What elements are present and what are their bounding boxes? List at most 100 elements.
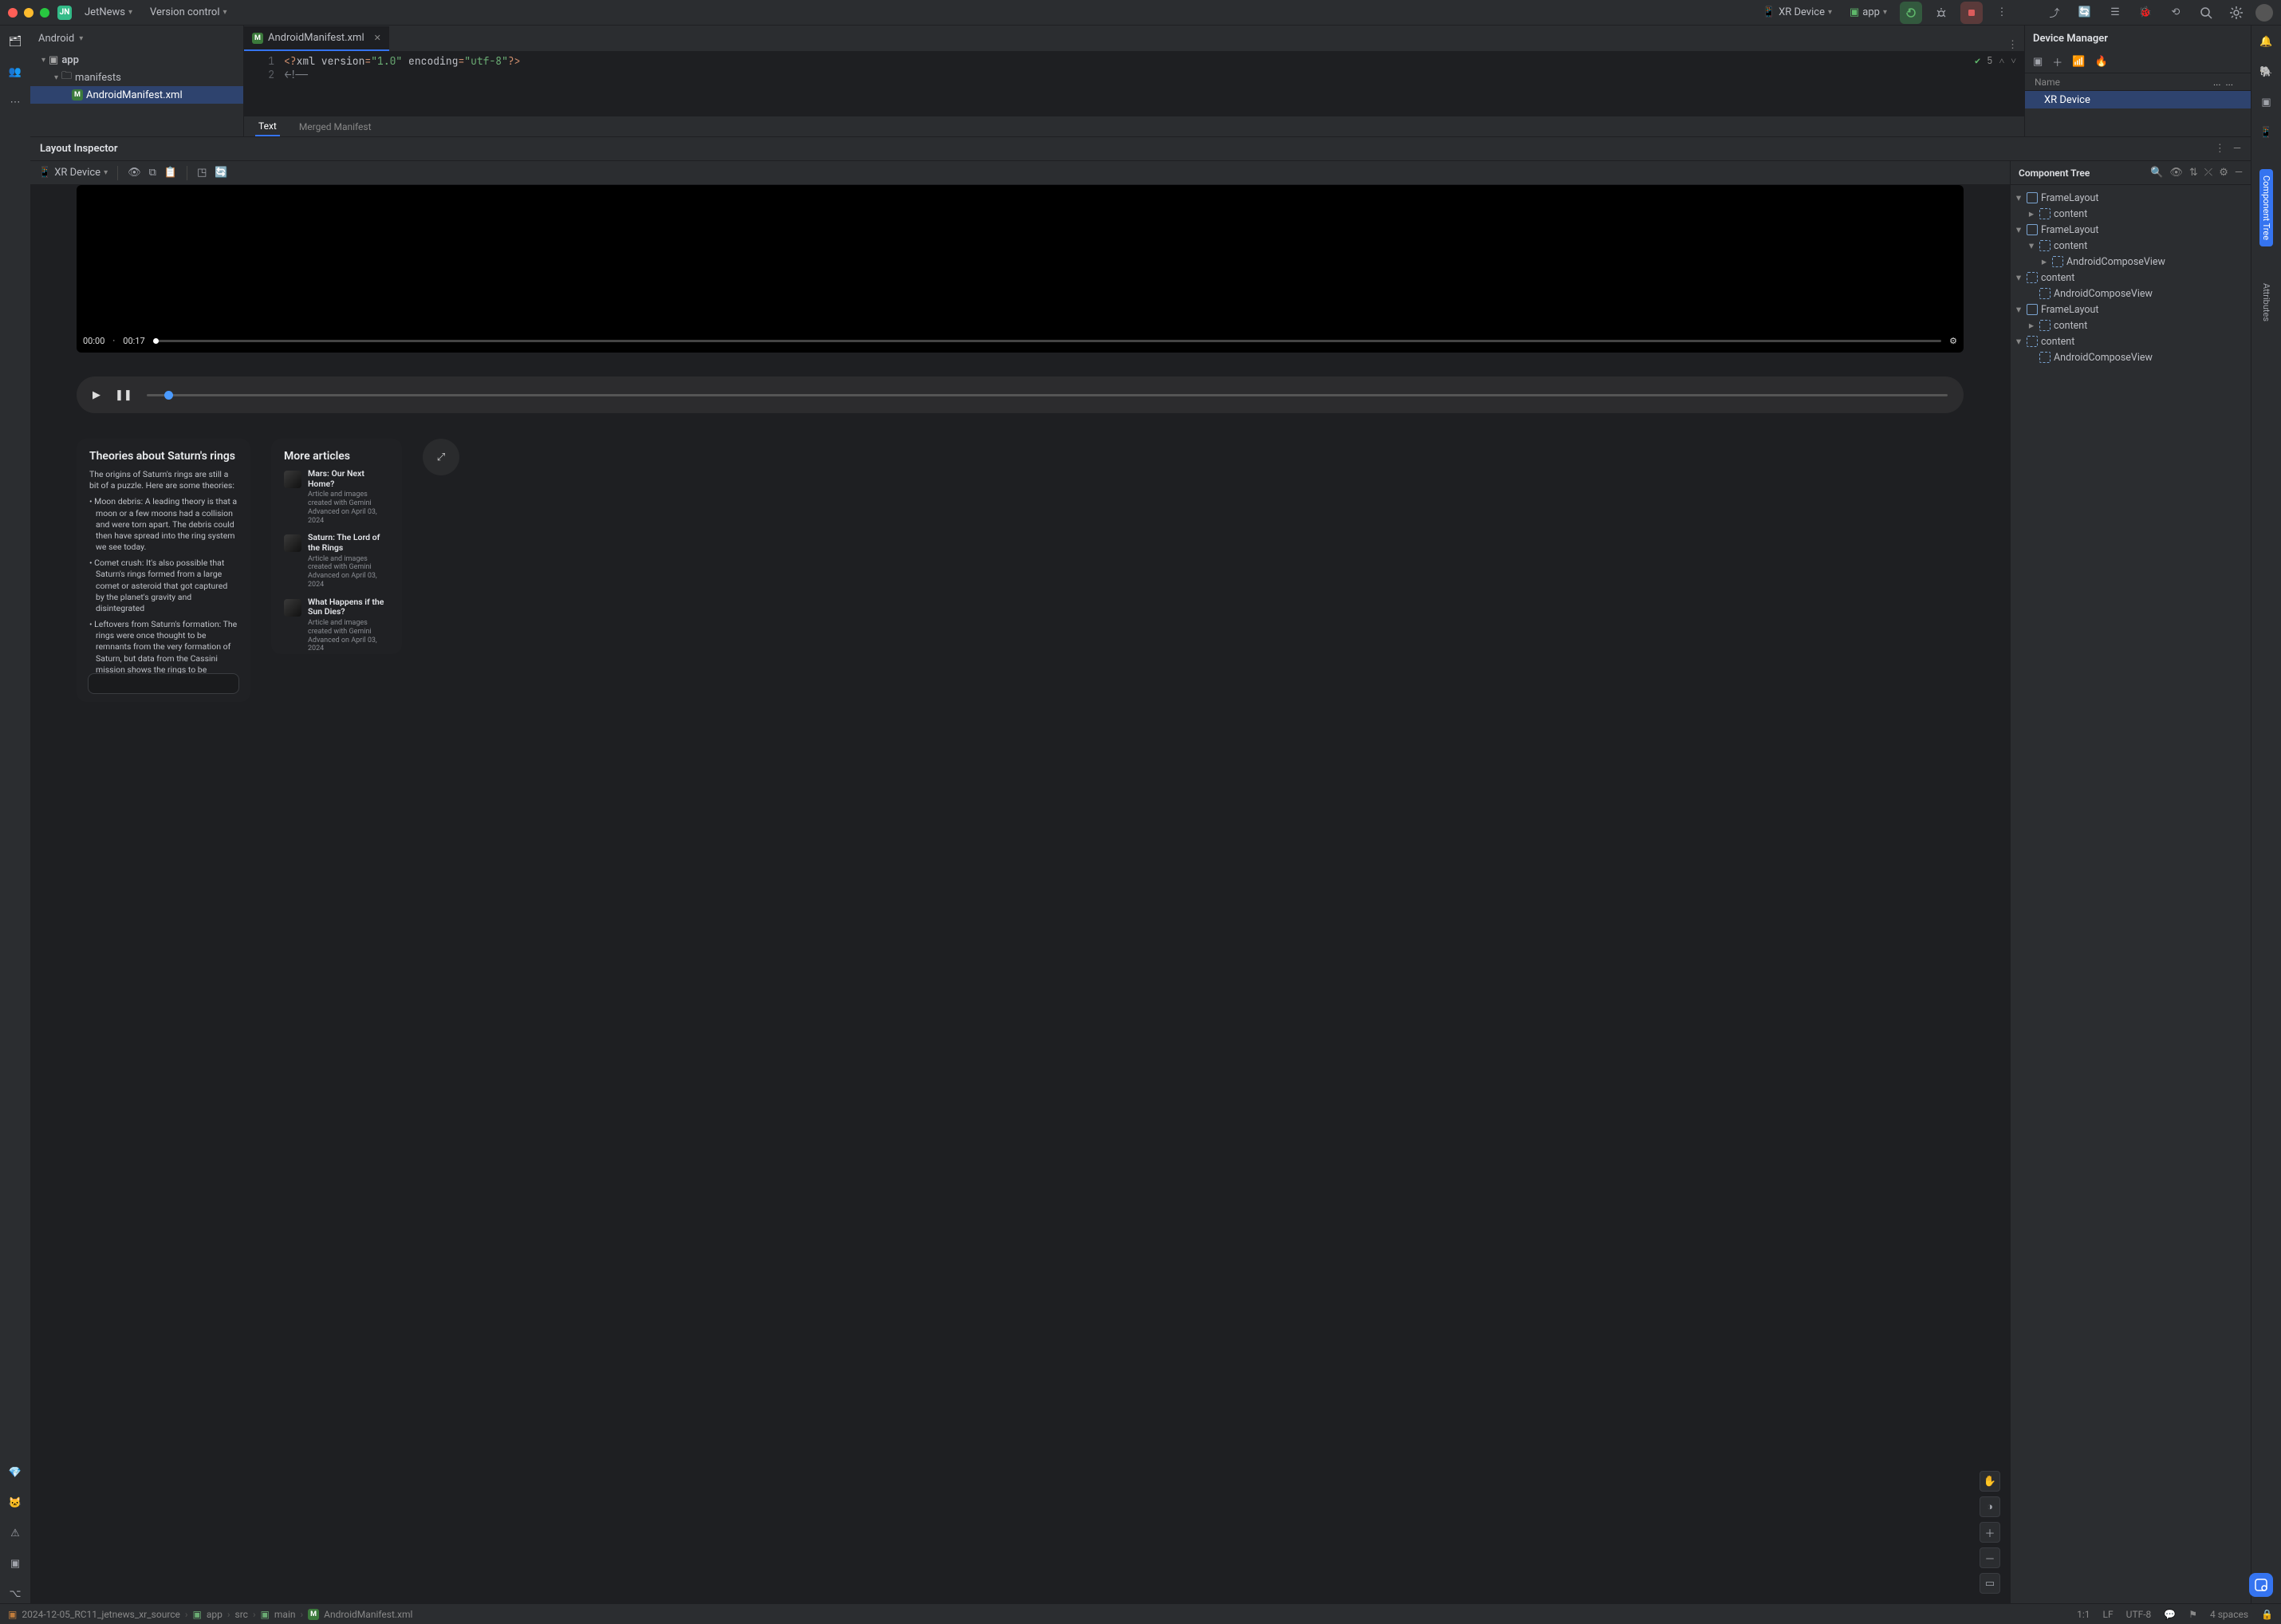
- 3d-mode-icon[interactable]: ◳: [197, 167, 207, 179]
- inspection-widget[interactable]: ⚑: [2188, 1609, 2197, 1620]
- caret-position[interactable]: 1:1: [2077, 1609, 2090, 1620]
- vcs-selector[interactable]: Version control ▾: [145, 3, 232, 22]
- tree-row-selected[interactable]: M AndroidManifest.xml: [30, 86, 243, 104]
- stop-button[interactable]: [1960, 2, 1983, 24]
- build-button[interactable]: ☰: [2104, 2, 2126, 24]
- tree-node[interactable]: ▾content: [2014, 270, 2248, 286]
- breadcrumb[interactable]: app: [207, 1609, 223, 1620]
- apply-changes-button[interactable]: ⟲: [2165, 2, 2187, 24]
- tree-node[interactable]: ▾content: [2014, 333, 2248, 349]
- minimize-panel-icon[interactable]: —: [2233, 143, 2241, 155]
- theories-card[interactable]: Theories about Saturn's rings The origin…: [77, 439, 250, 702]
- more-run-actions[interactable]: ⋮: [1991, 2, 2013, 24]
- snapshot-icon[interactable]: 📋: [164, 167, 177, 179]
- add-device-icon[interactable]: ＋: [2052, 54, 2062, 69]
- expand-all-icon[interactable]: ⇅: [2189, 167, 2198, 179]
- twisty-icon[interactable]: ▾: [41, 56, 45, 65]
- collapse-all-icon[interactable]: ⤫: [2204, 167, 2212, 179]
- line-separator[interactable]: LF: [2103, 1609, 2114, 1620]
- refresh-icon[interactable]: 🔄: [215, 167, 227, 179]
- code-lines[interactable]: <?xml version="1.0" encoding="utf-8"?> <…: [284, 51, 2024, 116]
- version-control-tool-button[interactable]: ⌥: [6, 1584, 25, 1603]
- visibility-toggle-icon[interactable]: 👁: [128, 167, 141, 179]
- canvas-area[interactable]: 00:00 · 00:17 ⚙ ▶ ❚❚: [30, 185, 2010, 1603]
- tree-node[interactable]: AndroidComposeView: [2014, 286, 2248, 302]
- overlay-icon[interactable]: ⧉: [149, 167, 156, 179]
- article-item[interactable]: What Happens if the Sun Dies? Article an…: [284, 597, 389, 653]
- device-selector[interactable]: 📱 XR Device ▾: [1758, 3, 1837, 22]
- device-manager-tool-button[interactable]: ▣: [2257, 93, 2276, 112]
- indent-widget[interactable]: 4 spaces: [2210, 1609, 2248, 1620]
- structure-tool-button[interactable]: 👥: [6, 62, 25, 81]
- zoom-out-button[interactable]: －: [1980, 1547, 2000, 1568]
- tree-node[interactable]: ▾FrameLayout: [2014, 190, 2248, 206]
- read-only-lock-icon[interactable]: 🔒: [2261, 1609, 2273, 1620]
- tree-row[interactable]: ▾ 🗀 manifests: [30, 69, 243, 86]
- tab-merged-manifest[interactable]: Merged Manifest: [296, 118, 375, 136]
- search-icon[interactable]: 🔍: [2150, 167, 2163, 179]
- logcat-tool-button[interactable]: 🐱: [6, 1493, 25, 1512]
- audio-player-pill[interactable]: ▶ ❚❚: [77, 376, 1964, 413]
- more-articles-card[interactable]: More articles Mars: Our Next Home? Artic…: [271, 439, 402, 654]
- project-tree[interactable]: ▾ ▣ app ▾ 🗀 manifests M AndroidManifest.…: [30, 51, 243, 136]
- account-avatar[interactable]: [2255, 4, 2273, 22]
- file-encoding[interactable]: UTF-8: [2126, 1609, 2152, 1620]
- run-with-coverage-button[interactable]: ⤴: [2043, 2, 2066, 24]
- device-row-selected[interactable]: XR Device: [2025, 91, 2251, 108]
- tree-node[interactable]: ▸content: [2014, 317, 2248, 333]
- play-icon[interactable]: ▶: [93, 389, 100, 401]
- wifi-icon[interactable]: 📶: [2072, 56, 2085, 68]
- tree-node[interactable]: ▾FrameLayout: [2014, 222, 2248, 238]
- search-button[interactable]: [2195, 2, 2217, 24]
- tab-text[interactable]: Text: [255, 117, 280, 136]
- rerun-button[interactable]: [1900, 2, 1922, 24]
- side-tab-component-tree[interactable]: Component Tree: [2259, 169, 2273, 246]
- component-tree[interactable]: ▾FrameLayout ▸content ▾FrameLayout ▾cont…: [2011, 185, 2251, 1603]
- project-tool-button[interactable]: 🗂: [6, 32, 25, 51]
- tree-node[interactable]: ▸AndroidComposeView: [2014, 254, 2248, 270]
- tree-node[interactable]: ▸content: [2014, 206, 2248, 222]
- zoom-window-button[interactable]: [40, 8, 49, 18]
- canvas-device-selector[interactable]: 📱 XR Device ▾: [38, 167, 108, 179]
- resource-manager-button[interactable]: 💎: [6, 1463, 25, 1482]
- notifications-button[interactable]: 🔔: [2257, 32, 2276, 51]
- notifications-icon[interactable]: 💬: [2164, 1609, 2176, 1620]
- pair-device-icon[interactable]: ▣: [2033, 56, 2043, 68]
- pause-icon[interactable]: ❚❚: [115, 389, 132, 401]
- tree-node[interactable]: ▾FrameLayout: [2014, 302, 2248, 317]
- visibility-icon[interactable]: 👁: [2169, 167, 2183, 179]
- audio-progress-bar[interactable]: [147, 394, 1948, 396]
- zoom-fit-button[interactable]: ▭: [1980, 1573, 2000, 1594]
- minimize-icon[interactable]: —: [2235, 167, 2243, 179]
- audio-progress-thumb[interactable]: [164, 391, 173, 400]
- debug-button[interactable]: [1930, 2, 1952, 24]
- terminal-tool-button[interactable]: ▣: [6, 1554, 25, 1573]
- project-view-selector[interactable]: Android ▾: [30, 26, 243, 51]
- breadcrumb[interactable]: src: [235, 1609, 248, 1620]
- settings-button[interactable]: [2225, 2, 2248, 24]
- project-selector[interactable]: JetNews ▾: [80, 3, 137, 22]
- tree-node[interactable]: AndroidComposeView: [2014, 349, 2248, 365]
- article-item[interactable]: Mars: Our Next Home? Article and images …: [284, 469, 389, 525]
- card-footer-button[interactable]: [88, 673, 239, 694]
- profile-button[interactable]: 🔄: [2074, 2, 2096, 24]
- more-tools-button[interactable]: ⋯: [6, 93, 25, 112]
- expand-fab[interactable]: ⤢: [423, 439, 459, 475]
- run-config-selector[interactable]: ▣ app ▾: [1845, 3, 1892, 22]
- layout-inspector-menu[interactable]: ⋮: [2215, 143, 2225, 155]
- tree-node[interactable]: ▾content: [2014, 238, 2248, 254]
- next-problem-icon[interactable]: ˅: [2011, 54, 2016, 67]
- firebase-icon[interactable]: 🔥: [2095, 56, 2108, 68]
- twisty-icon[interactable]: ▾: [54, 73, 58, 82]
- settings-icon[interactable]: ⚙: [2219, 167, 2228, 179]
- editor-tab[interactable]: M AndroidManifest.xml ✕: [244, 26, 389, 51]
- pan-tool-button[interactable]: ✋: [1980, 1471, 2000, 1492]
- video-player-panel[interactable]: 00:00 · 00:17 ⚙: [77, 185, 1964, 353]
- editor-kebab-menu[interactable]: ⋮: [2007, 39, 2018, 51]
- breadcrumb[interactable]: main: [274, 1609, 296, 1620]
- video-progress-bar[interactable]: [153, 340, 1941, 342]
- close-tab-icon[interactable]: ✕: [374, 33, 381, 43]
- running-devices-tool-button[interactable]: 📱: [2257, 123, 2276, 142]
- zoom-in-button[interactable]: ＋: [1980, 1522, 2000, 1543]
- floating-assistant-button[interactable]: [2249, 1573, 2273, 1597]
